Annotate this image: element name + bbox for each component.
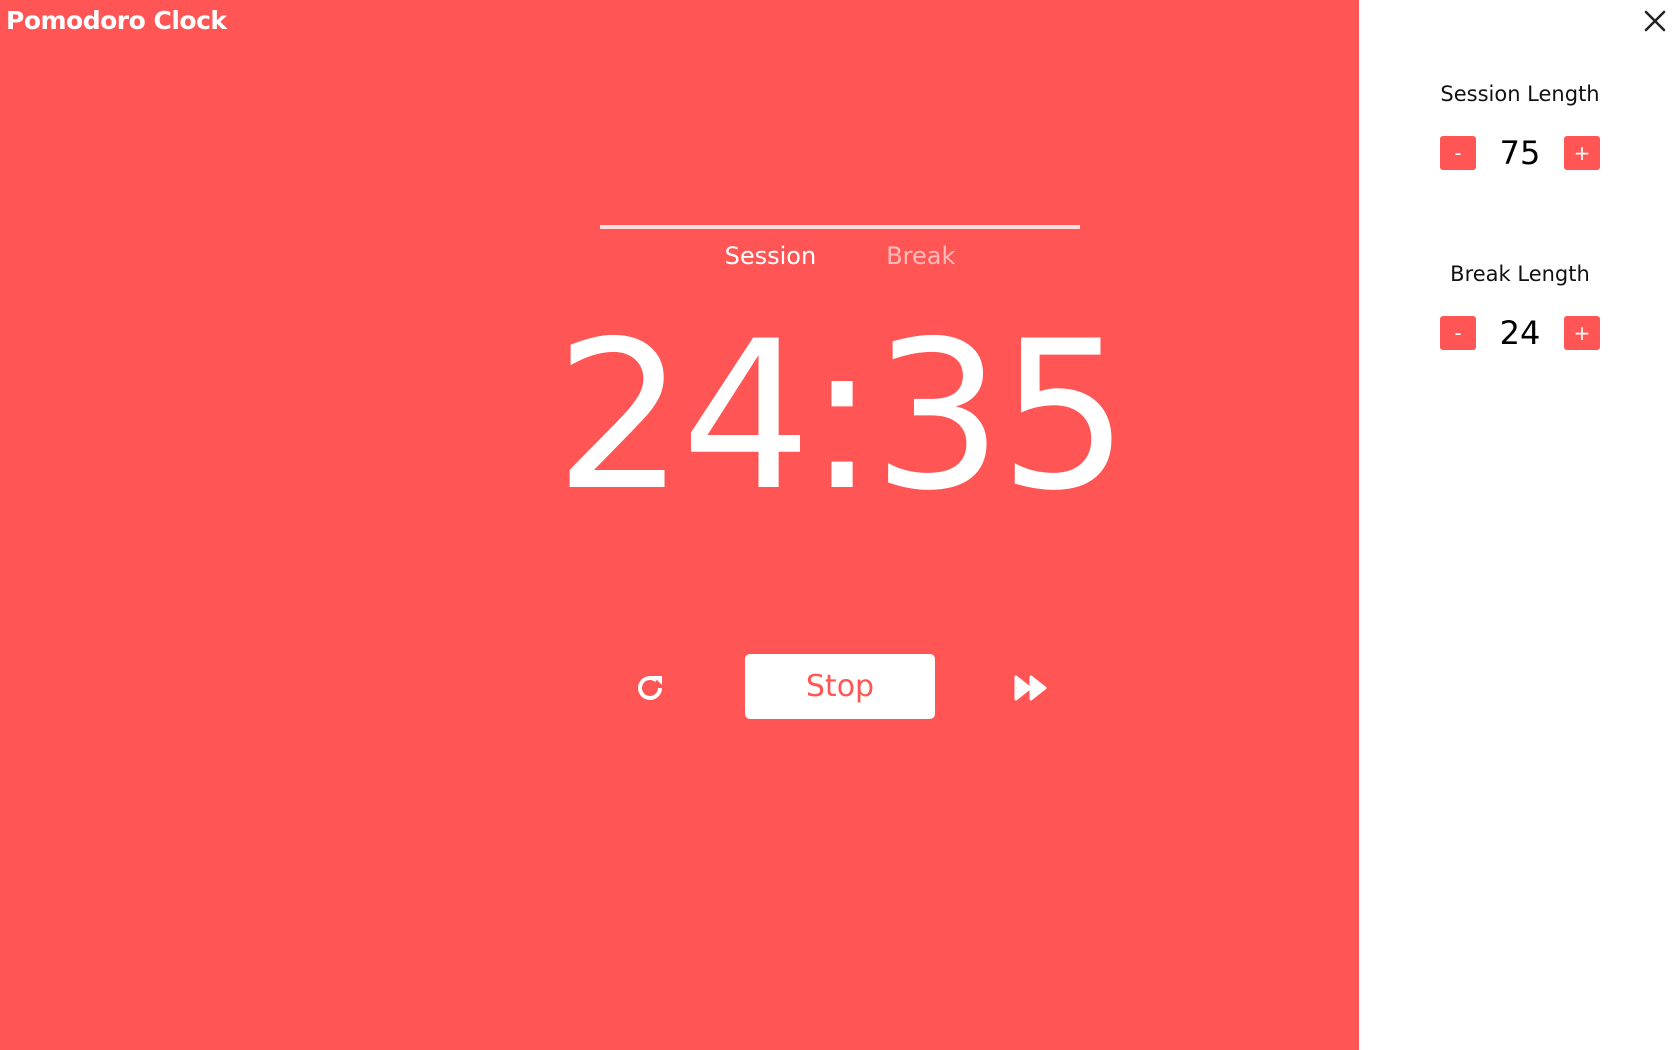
close-button[interactable]: [1640, 6, 1670, 36]
timer-panel: Pomodoro Clock Session Break 24:35 Stop: [0, 0, 1359, 1050]
tab-break[interactable]: Break: [886, 242, 955, 270]
skip-button[interactable]: [1012, 670, 1052, 706]
timer-controls: Stop: [620, 654, 1060, 720]
close-icon: [1644, 10, 1666, 32]
timer-display: 24:35: [554, 298, 1130, 536]
break-decrement-button[interactable]: -: [1440, 316, 1476, 350]
restart-button[interactable]: [630, 668, 670, 708]
tab-session[interactable]: Session: [725, 242, 817, 270]
fast-forward-icon: [1014, 675, 1047, 701]
break-length-setting: Break Length - 24 +: [1440, 262, 1600, 352]
app-title: Pomodoro Clock: [6, 6, 227, 35]
session-increment-button[interactable]: +: [1564, 136, 1600, 170]
break-increment-button[interactable]: +: [1564, 316, 1600, 350]
break-length-label: Break Length: [1450, 262, 1590, 286]
progress-bar: [600, 225, 1080, 229]
session-length-stepper: - 75 +: [1440, 134, 1600, 172]
mode-tabs: Session Break: [600, 242, 1080, 270]
session-length-setting: Session Length - 75 +: [1440, 82, 1600, 172]
session-length-label: Session Length: [1440, 82, 1600, 106]
session-length-value: 75: [1499, 134, 1541, 172]
break-length-value: 24: [1499, 314, 1541, 352]
session-decrement-button[interactable]: -: [1440, 136, 1476, 170]
stop-button[interactable]: Stop: [745, 654, 935, 719]
restart-icon: [638, 676, 662, 700]
break-length-stepper: - 24 +: [1440, 314, 1600, 352]
